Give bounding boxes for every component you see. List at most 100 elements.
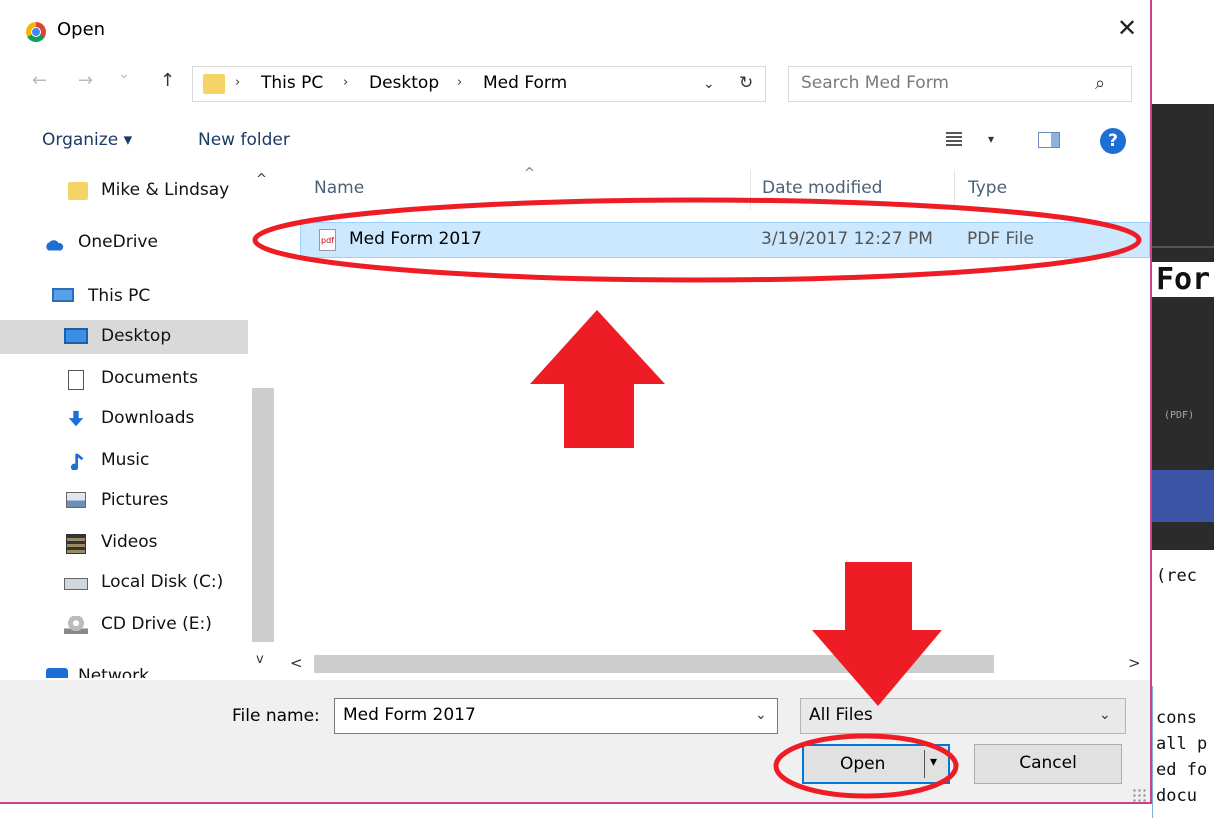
sidebar-item-label: Pictures bbox=[101, 490, 169, 510]
background-text: cons bbox=[1156, 708, 1197, 728]
sidebar-item-label: Network bbox=[78, 666, 149, 678]
sidebar-item-label: Mike & Lindsay bbox=[101, 180, 230, 200]
music-icon bbox=[70, 453, 84, 470]
network-icon bbox=[46, 668, 68, 678]
column-header-name[interactable]: Name bbox=[314, 178, 364, 198]
documents-icon bbox=[68, 370, 84, 390]
folder-icon bbox=[203, 74, 225, 94]
file-name-input[interactable]: Med Form 2017 bbox=[343, 705, 476, 725]
downloads-icon bbox=[68, 410, 84, 427]
scrollbar-thumb[interactable] bbox=[314, 655, 994, 673]
sidebar-item-network[interactable]: Network bbox=[0, 660, 248, 678]
recent-locations-button[interactable]: ⌄ bbox=[118, 66, 130, 82]
sidebar-item-downloads[interactable]: Downloads bbox=[0, 402, 248, 436]
sidebar-item-label: Videos bbox=[101, 532, 158, 552]
background-text: (rec bbox=[1156, 566, 1197, 586]
sidebar-item-label: Desktop bbox=[101, 326, 172, 346]
folder-icon bbox=[68, 182, 88, 200]
file-list: ^ Name Date modified Type pdf Med Form 2… bbox=[280, 166, 1150, 678]
file-name-field[interactable]: Med Form 2017 ⌄ bbox=[334, 698, 778, 734]
sidebar-item-videos[interactable]: Videos bbox=[0, 526, 248, 560]
sidebar-item-documents[interactable]: Documents bbox=[0, 362, 248, 396]
address-bar[interactable]: › This PC › Desktop › Med Form ⌄ ↻ bbox=[192, 66, 766, 102]
background-blue-bar bbox=[1152, 470, 1214, 522]
scroll-left-icon[interactable]: < bbox=[290, 654, 303, 672]
computer-icon bbox=[52, 288, 74, 302]
breadcrumb-desktop[interactable]: Desktop bbox=[369, 73, 439, 93]
sidebar-item-label: This PC bbox=[88, 286, 151, 306]
sidebar-item-label: Downloads bbox=[101, 408, 195, 428]
open-button-label: Open bbox=[840, 754, 886, 774]
navigation-pane: Mike & Lindsay OneDrive This PC Desktop … bbox=[0, 166, 278, 678]
split-divider bbox=[924, 750, 925, 778]
title-bar: Open ✕ bbox=[0, 0, 1150, 60]
preview-pane-icon[interactable] bbox=[1038, 132, 1060, 148]
column-divider[interactable] bbox=[750, 170, 751, 210]
background-page: For (PDF) (rec cons all p ed fo docu bbox=[1152, 0, 1214, 818]
column-header-date-modified[interactable]: Date modified bbox=[762, 178, 882, 198]
sidebar-item-this-pc[interactable]: This PC bbox=[0, 280, 248, 314]
cd-drive-icon bbox=[64, 616, 88, 634]
background-text: docu bbox=[1156, 786, 1197, 806]
scrollbar-thumb[interactable] bbox=[252, 388, 274, 642]
sidebar-scrollbar[interactable]: ^ v bbox=[250, 166, 276, 678]
sidebar-item-label: Music bbox=[101, 450, 150, 470]
sidebar-item-pictures[interactable]: Pictures bbox=[0, 484, 248, 518]
file-name-label: File name: bbox=[232, 706, 320, 726]
open-button[interactable]: Open ▾ bbox=[802, 744, 950, 784]
sidebar-item-label: CD Drive (E:) bbox=[101, 614, 212, 634]
forward-button[interactable]: → bbox=[78, 70, 93, 91]
dialog-footer: File name: Med Form 2017 ⌄ All Files ⌄ O… bbox=[0, 680, 1150, 802]
view-dropdown-icon[interactable]: ▾ bbox=[988, 132, 994, 146]
chevron-down-icon[interactable]: ⌄ bbox=[1099, 707, 1111, 723]
background-divider bbox=[1152, 246, 1214, 248]
back-button[interactable]: ← bbox=[32, 70, 47, 91]
scroll-down-icon[interactable]: v bbox=[256, 652, 264, 667]
new-folder-button[interactable]: New folder bbox=[198, 130, 290, 150]
sidebar-item-local-disk[interactable]: Local Disk (C:) bbox=[0, 566, 248, 600]
pictures-icon bbox=[66, 492, 86, 508]
help-icon[interactable]: ? bbox=[1100, 128, 1126, 154]
sort-ascending-icon: ^ bbox=[524, 166, 535, 181]
open-file-dialog: Open ✕ ← → ⌄ ↑ › This PC › Desktop › Med… bbox=[0, 0, 1152, 804]
search-input[interactable]: Search Med Form bbox=[801, 73, 949, 93]
sidebar-item-music[interactable]: Music bbox=[0, 444, 248, 478]
organize-button[interactable]: Organize ▾ bbox=[42, 130, 132, 150]
sidebar-item-desktop[interactable]: Desktop bbox=[0, 320, 248, 354]
sidebar-item-onedrive[interactable]: OneDrive bbox=[0, 226, 248, 260]
disk-icon bbox=[64, 578, 88, 590]
up-button[interactable]: ↑ bbox=[160, 70, 175, 91]
close-button[interactable]: ✕ bbox=[1112, 12, 1142, 44]
file-row[interactable]: pdf Med Form 2017 3/19/2017 12:27 PM PDF… bbox=[300, 222, 1150, 258]
refresh-icon[interactable]: ↻ bbox=[739, 73, 753, 93]
open-dropdown-icon[interactable]: ▾ bbox=[930, 754, 937, 770]
sidebar-item-mike-lindsay[interactable]: Mike & Lindsay bbox=[0, 174, 248, 208]
command-toolbar: Organize ▾ New folder ▾ ? bbox=[0, 118, 1150, 164]
file-type: PDF File bbox=[967, 229, 1034, 249]
scroll-up-icon[interactable]: ^ bbox=[256, 172, 267, 187]
pdf-file-icon: pdf bbox=[319, 229, 336, 251]
scroll-right-icon[interactable]: > bbox=[1128, 654, 1141, 672]
chrome-icon bbox=[26, 22, 46, 42]
search-box[interactable]: Search Med Form ⌕ bbox=[788, 66, 1132, 102]
breadcrumb-this-pc[interactable]: This PC bbox=[261, 73, 323, 93]
horizontal-scrollbar[interactable]: < > bbox=[280, 652, 1150, 676]
resize-grip-icon[interactable] bbox=[1132, 788, 1146, 802]
chevron-down-icon[interactable]: ⌄ bbox=[755, 707, 767, 723]
breadcrumb-separator: › bbox=[343, 75, 349, 90]
search-icon[interactable]: ⌕ bbox=[1095, 73, 1105, 94]
desktop-icon bbox=[64, 328, 88, 344]
sidebar-item-label: OneDrive bbox=[78, 232, 158, 252]
column-divider[interactable] bbox=[954, 170, 955, 210]
column-header-type[interactable]: Type bbox=[968, 178, 1007, 198]
chevron-down-icon[interactable]: ⌄ bbox=[703, 76, 715, 92]
cancel-button[interactable]: Cancel bbox=[974, 744, 1122, 784]
sidebar-item-cd-drive[interactable]: CD Drive (E:) bbox=[0, 608, 248, 642]
file-type-value: All Files bbox=[809, 705, 873, 725]
view-options-icon[interactable] bbox=[946, 132, 962, 146]
dialog-title: Open bbox=[57, 19, 106, 40]
breadcrumb-med-form[interactable]: Med Form bbox=[483, 73, 567, 93]
file-name: Med Form 2017 bbox=[349, 229, 482, 249]
cancel-button-label: Cancel bbox=[1019, 753, 1077, 773]
file-type-select[interactable]: All Files ⌄ bbox=[800, 698, 1126, 734]
